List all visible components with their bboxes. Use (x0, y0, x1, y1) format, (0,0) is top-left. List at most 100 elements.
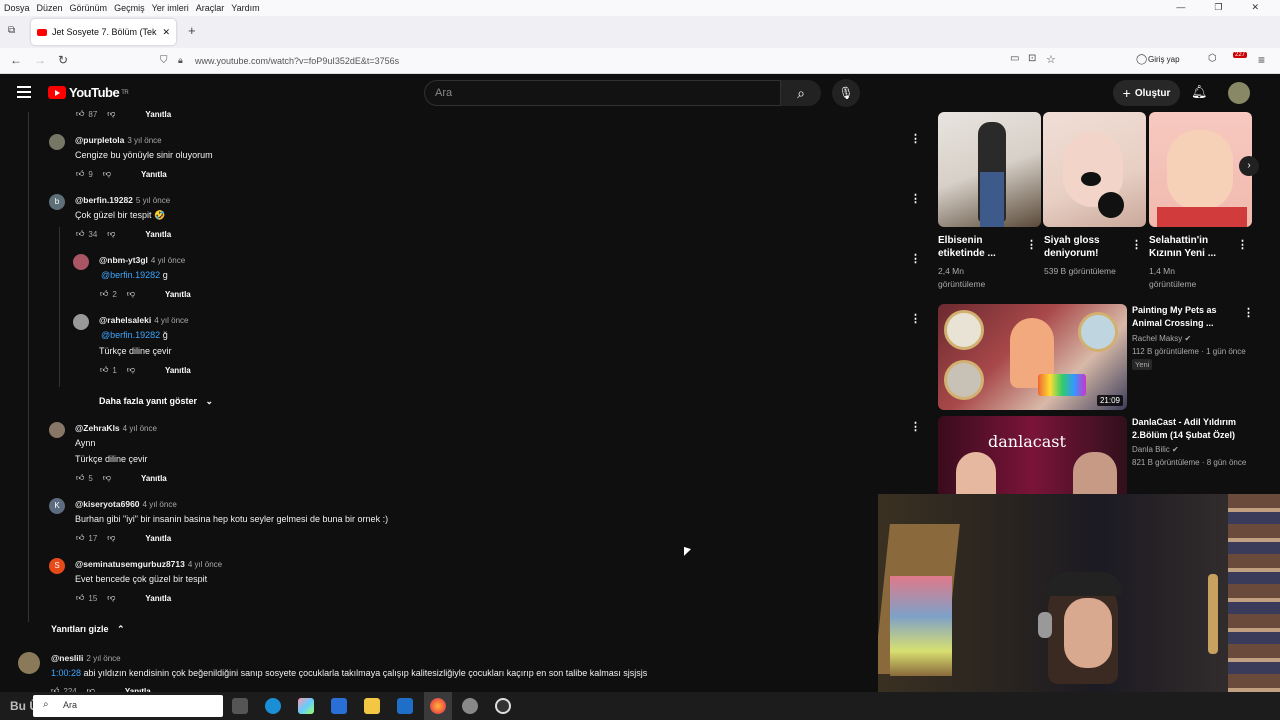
menu-tools[interactable]: Araçlar (196, 3, 225, 13)
extension-badge[interactable]: 227 (1233, 52, 1248, 58)
comment-author[interactable]: @purpletola (75, 135, 124, 145)
comment-time[interactable]: 3 yıl önce (127, 136, 161, 145)
comment-author[interactable]: @berfin.19282 (75, 195, 133, 205)
comment-author[interactable]: @seminatusemgurbuz8713 (75, 559, 185, 569)
restore-icon[interactable]: ❐ (1214, 2, 1222, 13)
video-title[interactable]: Painting My Pets as Animal Crossing ... (1132, 304, 1240, 330)
short-thumbnail[interactable] (938, 112, 1041, 227)
menu-bookmarks[interactable]: Yer imleri (152, 3, 189, 13)
dislike-icon[interactable]: 👎︎ (107, 533, 115, 543)
comment-author[interactable]: @ZehraKls (75, 423, 120, 433)
copilot-icon[interactable] (298, 698, 314, 714)
like-icon[interactable]: 👍︎ (76, 229, 84, 239)
tab-active[interactable]: Jet Sosyete 7. Bölüm (Tek Parça ✕ (31, 19, 176, 45)
channel-name[interactable]: Danla Bilic ✔ (1132, 445, 1179, 454)
file-explorer-icon[interactable] (364, 698, 380, 714)
menu-file[interactable]: Dosya (4, 3, 30, 13)
comment-time[interactable]: 5 yıl önce (136, 196, 170, 205)
dislike-icon[interactable]: 👎︎ (107, 109, 115, 119)
hide-replies-button[interactable]: Yanıtları gizle ⌃ (51, 624, 125, 635)
comment-author[interactable]: @kiseryota6960 (75, 499, 140, 509)
short-thumbnail[interactable] (1149, 112, 1252, 227)
video-title[interactable]: DanlaCast - Adil Yıldırım 2.Bölüm (14 Şu… (1132, 416, 1240, 442)
voice-search-button[interactable]: 🎙︎ (832, 79, 860, 107)
signin-button[interactable]: Giriş yap (1148, 55, 1180, 64)
create-button[interactable]: + Oluştur (1113, 80, 1180, 106)
avatar[interactable]: K (49, 498, 65, 514)
hamburger-menu-icon[interactable] (17, 86, 31, 101)
reply-button[interactable]: Yanıtla (141, 474, 167, 483)
dislike-icon[interactable]: 👎︎ (103, 169, 111, 179)
comment-time[interactable]: 4 yıl önce (123, 424, 157, 433)
reply-button[interactable]: Yanıtla (145, 230, 171, 239)
reply-button[interactable]: Yanıtla (145, 594, 171, 603)
dislike-icon[interactable]: 👎︎ (107, 229, 115, 239)
avatar[interactable] (49, 134, 65, 150)
translate-link[interactable]: Türkçe diline çevir (99, 346, 172, 356)
account-icon[interactable]: ◯ (1136, 54, 1147, 65)
minimize-icon[interactable]: — (1176, 2, 1185, 13)
firefox-icon[interactable] (430, 698, 446, 714)
mention-link[interactable]: @berfin.19282 (101, 270, 160, 280)
bookmark-star-icon[interactable]: ☆ (1046, 53, 1056, 66)
more-options-icon[interactable]: ⋮ (910, 132, 921, 145)
like-icon[interactable]: 👍︎ (100, 289, 108, 299)
video-thumbnail[interactable]: 21:09 (938, 304, 1127, 410)
short-title[interactable]: Siyah gloss deniyorum! (1044, 234, 1124, 260)
reply-button[interactable]: Yanıtla (165, 366, 191, 375)
back-icon[interactable]: ← (10, 53, 22, 67)
menu-edit[interactable]: Düzen (37, 3, 63, 13)
like-icon[interactable]: 👍︎ (76, 533, 84, 543)
youtube-logo[interactable]: YouTube TR (48, 85, 129, 100)
more-options-icon[interactable]: ⋮ (910, 420, 921, 433)
comment-author[interactable]: @nbm-yt3gl (99, 255, 148, 265)
more-options-icon[interactable]: ⋮ (1131, 238, 1142, 251)
short-thumbnail[interactable] (1043, 112, 1146, 227)
reply-button[interactable]: Yanıtla (145, 110, 171, 119)
avatar[interactable]: S (49, 558, 65, 574)
reload-icon[interactable]: ↻ (58, 53, 68, 67)
extensions-icon[interactable]: ⬡ (1208, 53, 1217, 64)
dislike-icon[interactable]: 👎︎ (107, 593, 115, 603)
comment-author[interactable]: @neslili (51, 653, 83, 663)
mail-icon[interactable] (397, 698, 413, 714)
like-icon[interactable]: 👍︎ (76, 109, 84, 119)
translate-link[interactable]: Türkçe diline çevir (75, 454, 148, 464)
avatar[interactable] (49, 422, 65, 438)
mention-link[interactable]: @berfin.19282 (101, 330, 160, 340)
notifications-bell-icon[interactable]: 🔔︎ (1191, 84, 1208, 100)
account-avatar[interactable] (1228, 82, 1250, 104)
more-options-icon[interactable]: ⋮ (1026, 238, 1037, 251)
app-menu-icon[interactable]: ≡ (1258, 53, 1265, 67)
comment-author[interactable]: @rahelsaleki (99, 315, 151, 325)
reply-button[interactable]: Yanıtla (145, 534, 171, 543)
short-title[interactable]: Elbisenin etiketinde ... (938, 234, 1018, 260)
more-options-icon[interactable]: ⋮ (910, 192, 921, 205)
avatar[interactable]: b (49, 194, 65, 210)
pocket-icon[interactable]: ⊡ (1028, 53, 1036, 64)
menu-view[interactable]: Görünüm (70, 3, 108, 13)
task-view-icon[interactable] (232, 698, 248, 714)
menu-history[interactable]: Geçmiş (114, 3, 145, 13)
new-tab-icon[interactable]: + (188, 23, 196, 38)
close-window-icon[interactable]: ✕ (1251, 2, 1259, 13)
avatar[interactable] (18, 652, 40, 674)
like-icon[interactable]: 👍︎ (100, 365, 108, 375)
tab-list-icon[interactable]: ⧉ (8, 25, 15, 36)
reply-button[interactable]: Yanıtla (141, 170, 167, 179)
more-options-icon[interactable]: ⋮ (910, 312, 921, 325)
channel-name[interactable]: Rachel Maksy ✔ (1132, 334, 1191, 343)
search-input[interactable]: Ara (424, 80, 781, 106)
dislike-icon[interactable]: 👎︎ (127, 289, 135, 299)
like-icon[interactable]: 👍︎ (76, 593, 84, 603)
more-options-icon[interactable]: ⋮ (910, 252, 921, 265)
like-icon[interactable]: 👍︎ (76, 169, 84, 179)
comment-time[interactable]: 4 yıl önce (154, 316, 188, 325)
reply-button[interactable]: Yanıtla (165, 290, 191, 299)
forward-icon[interactable]: → (34, 53, 46, 67)
more-options-icon[interactable]: ⋮ (1243, 306, 1254, 319)
comment-time[interactable]: 4 yıl önce (188, 560, 222, 569)
dislike-icon[interactable]: 👎︎ (103, 473, 111, 483)
avatar[interactable] (73, 314, 89, 330)
avatar[interactable] (73, 254, 89, 270)
